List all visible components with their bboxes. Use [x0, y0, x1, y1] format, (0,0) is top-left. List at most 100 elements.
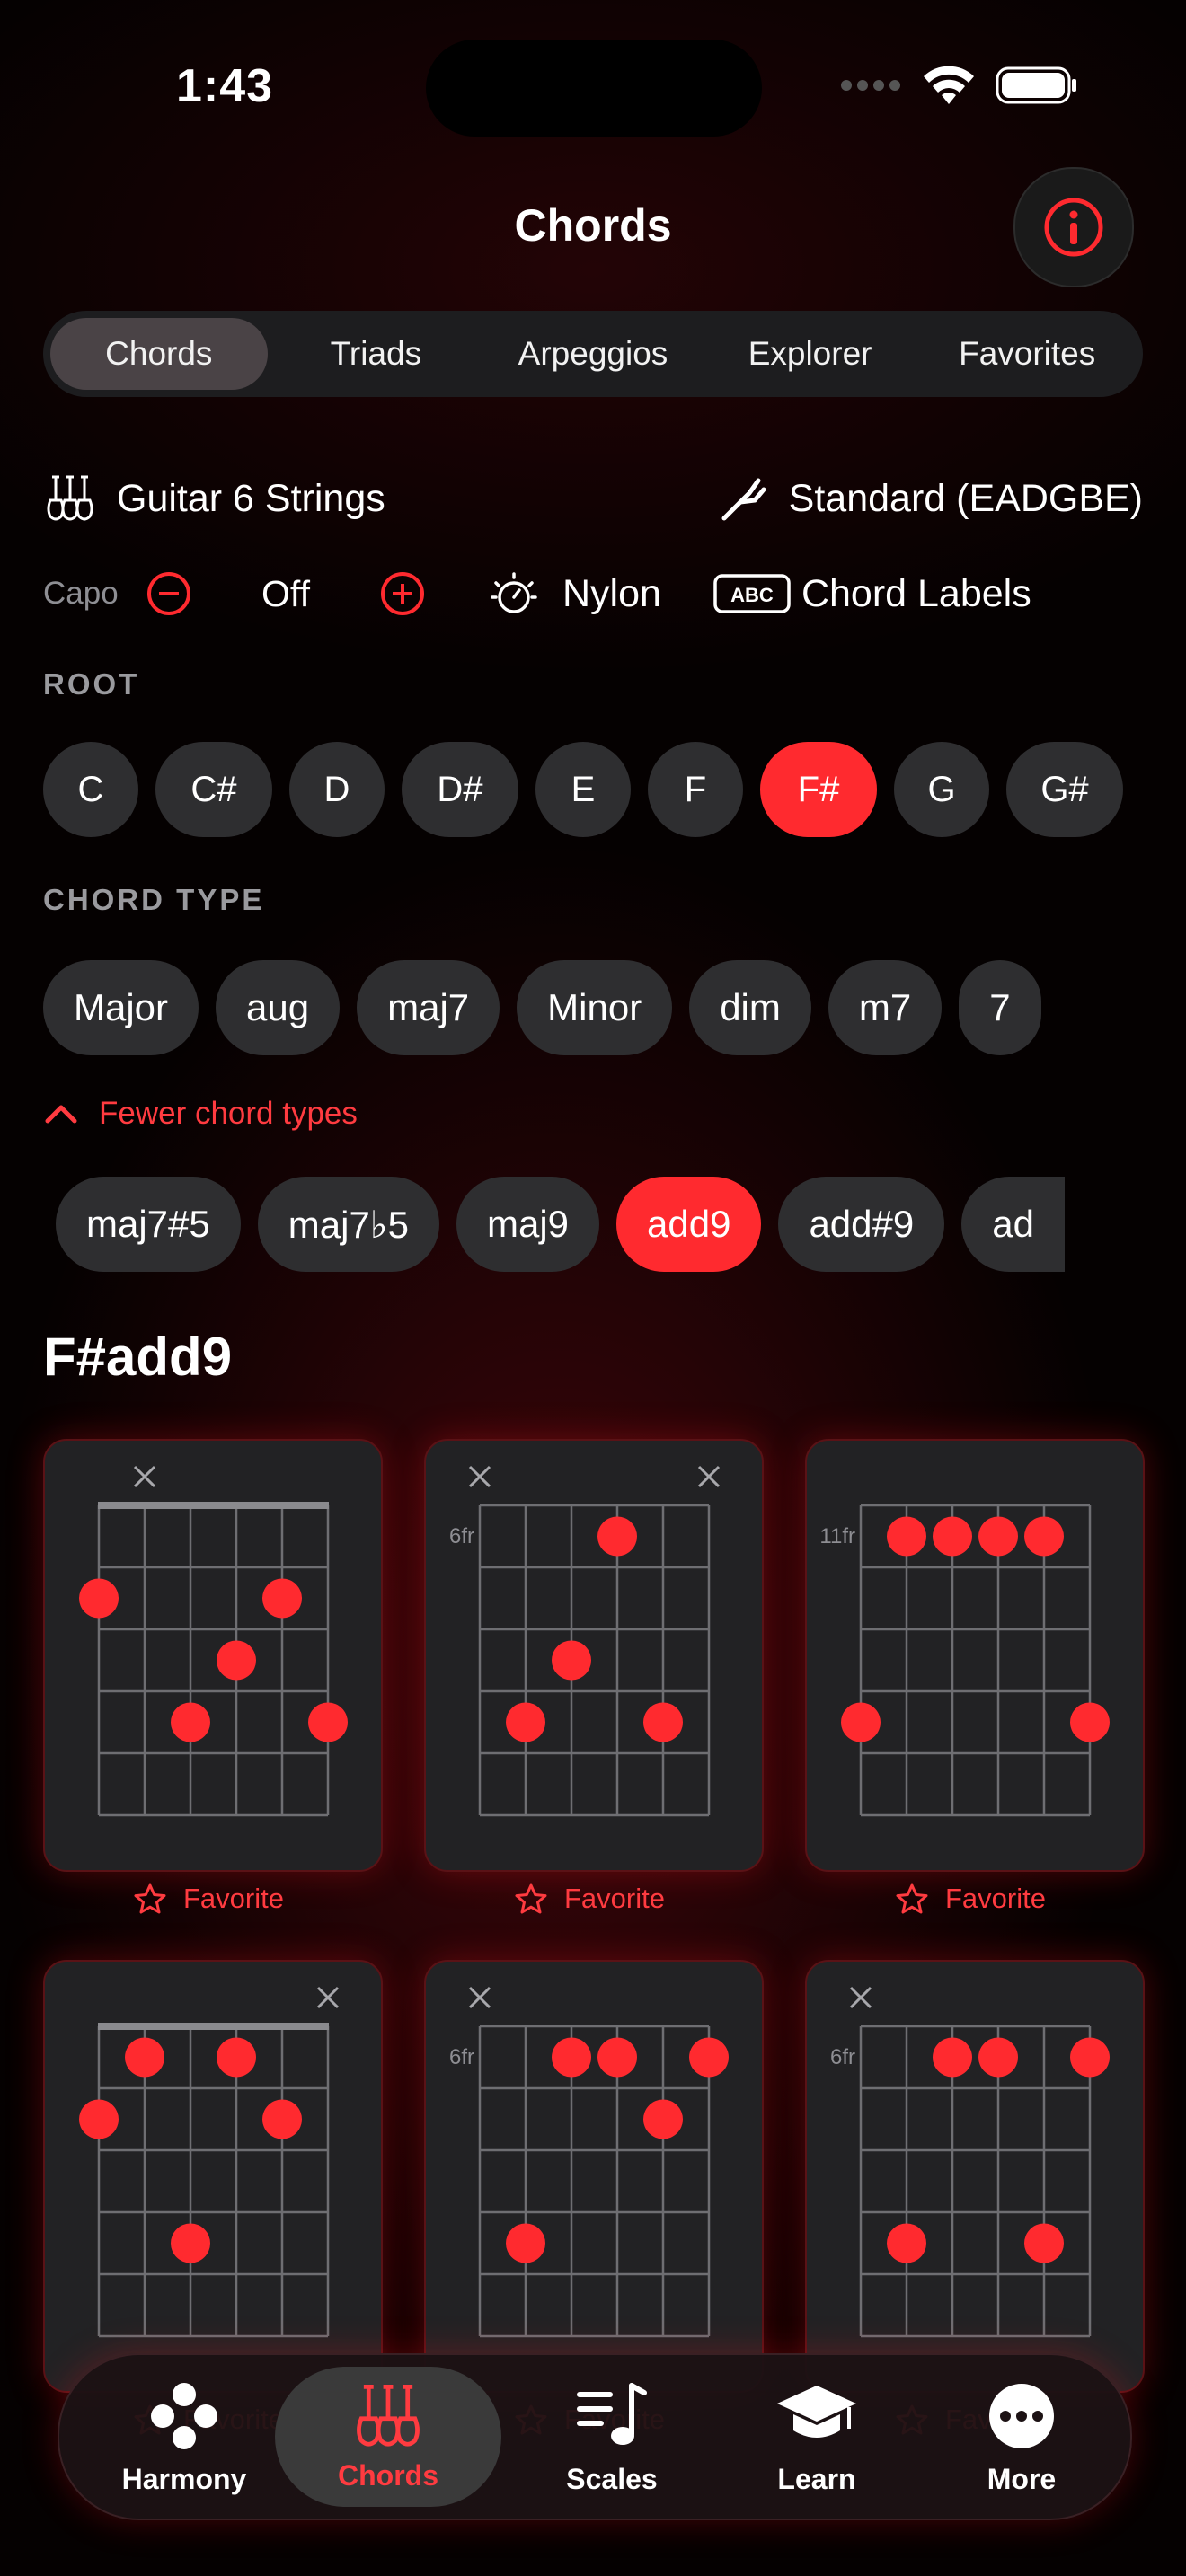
- root-chip-g-sharp[interactable]: G#: [1006, 742, 1123, 837]
- root-chip-c[interactable]: C: [43, 742, 138, 837]
- finger-dot: [552, 1640, 591, 1681]
- type-chip-maj7-flat5[interactable]: maj7♭5: [257, 1177, 439, 1272]
- finger-dot: [125, 2037, 164, 2078]
- chord-diagram-card[interactable]: 6fr: [424, 1439, 764, 1872]
- guitars-icon: [357, 2384, 420, 2447]
- capo-increase-button[interactable]: [379, 570, 426, 617]
- star-icon: [134, 1883, 166, 1914]
- root-chip-e[interactable]: E: [535, 742, 631, 837]
- wifi-icon: [924, 66, 974, 104]
- type-chip-dim[interactable]: dim: [689, 960, 811, 1055]
- capo-label: Capo: [43, 576, 119, 611]
- signal-icon: [841, 80, 900, 91]
- segment-favorites[interactable]: Favorites: [918, 318, 1136, 390]
- capo-decrease-button[interactable]: [146, 570, 192, 617]
- chord-diagram-card[interactable]: [43, 1960, 383, 2393]
- type-chip-maj7[interactable]: maj7: [357, 960, 500, 1055]
- segment-arpeggios[interactable]: Arpeggios: [484, 318, 702, 390]
- finger-dot: [552, 2037, 591, 2078]
- sound-selector[interactable]: Nylon: [489, 569, 661, 619]
- options-row: Capo Off Nylon ABC Chord Labels: [43, 560, 1143, 627]
- fret-position-label: 11fr: [819, 1524, 855, 1548]
- page-title: Chords: [514, 200, 672, 251]
- muted-string-mark: [849, 1986, 872, 2009]
- nut-bar: [98, 1502, 329, 1509]
- chord-diagram: 6fr: [449, 1986, 729, 2338]
- fewer-chord-types-button[interactable]: Fewer chord types: [43, 1096, 358, 1132]
- chord-diagram: [79, 1465, 348, 1817]
- finger-dot: [262, 1578, 302, 1619]
- chord-diagram: 11fr: [819, 1504, 1110, 1817]
- sound-label: Nylon: [562, 571, 661, 615]
- instrument-selector[interactable]: Guitar 6 Strings: [43, 473, 385, 524]
- root-chip-f-sharp[interactable]: F#: [760, 742, 877, 837]
- segment-chords[interactable]: Chords: [50, 318, 268, 390]
- chord-labels-toggle[interactable]: ABC Chord Labels: [713, 572, 1031, 616]
- root-section-label: ROOT: [43, 667, 140, 701]
- finger-dot: [506, 2223, 545, 2263]
- type-chip-add9[interactable]: add9: [616, 1177, 762, 1272]
- chord-diagram-card[interactable]: 6fr: [805, 1960, 1145, 2393]
- favorite-button[interactable]: Favorite: [895, 1883, 1046, 1915]
- music-list-icon: [577, 2382, 647, 2445]
- chord-diagram: 6fr: [830, 1986, 1110, 2338]
- more-icon: [989, 2383, 1054, 2448]
- tab-chords[interactable]: Chords: [275, 2367, 501, 2507]
- tab-harmony[interactable]: Harmony: [81, 2355, 288, 2519]
- chord-diagram-card[interactable]: 11fr: [805, 1439, 1145, 1872]
- root-chip-f[interactable]: F: [648, 742, 743, 837]
- finger-dot: [841, 1702, 881, 1742]
- finger-dot: [217, 1640, 256, 1681]
- tab-learn[interactable]: Learn: [713, 2355, 920, 2519]
- chord-type-section-label: CHORD TYPE: [43, 883, 265, 916]
- dynamic-island: [426, 40, 762, 137]
- type-chip-maj9[interactable]: maj9: [456, 1177, 600, 1272]
- chord-diagram-card[interactable]: [43, 1439, 383, 1872]
- tab-scales-label: Scales: [566, 2462, 658, 2495]
- finger-dot: [1070, 2037, 1110, 2078]
- type-chip-add-sharp9[interactable]: add#9: [778, 1177, 945, 1272]
- type-chip-partial[interactable]: ad: [961, 1177, 1065, 1272]
- muted-string-mark: [468, 1465, 491, 1488]
- tuning-selector[interactable]: Standard (EADGBE): [719, 473, 1143, 524]
- finger-dot: [597, 1516, 637, 1557]
- tuning-fork-icon: [721, 478, 766, 521]
- type-chip-m7[interactable]: m7: [828, 960, 943, 1055]
- status-icons: [839, 65, 1078, 106]
- finger-dot: [887, 1516, 926, 1557]
- instrument-row: Guitar 6 Strings Standard (EADGBE): [43, 467, 1143, 530]
- tab-chords-label: Chords: [338, 2458, 438, 2492]
- extended-chord-type-chips: maj7#5 maj7♭5 maj9 add9 add#9 ad: [56, 1177, 1143, 1272]
- muted-string-mark: [697, 1465, 721, 1488]
- chord-diagram-card[interactable]: 6fr: [424, 1960, 764, 2393]
- finger-dot: [933, 2037, 972, 2078]
- root-chip-g[interactable]: G: [894, 742, 989, 837]
- muted-string-mark: [468, 1986, 491, 2009]
- finger-dot: [506, 1702, 545, 1742]
- favorite-button[interactable]: Favorite: [133, 1883, 284, 1915]
- finger-dot: [597, 2037, 637, 2078]
- tab-scales[interactable]: Scales: [509, 2355, 715, 2519]
- tab-harmony-label: Harmony: [121, 2462, 247, 2495]
- type-chip-minor[interactable]: Minor: [517, 960, 673, 1055]
- type-chip-aug[interactable]: aug: [216, 960, 341, 1055]
- finger-dot: [978, 2037, 1018, 2078]
- favorite-button[interactable]: Favorite: [514, 1883, 665, 1915]
- type-chip-maj7-sharp5[interactable]: maj7#5: [56, 1177, 241, 1272]
- type-chip-7[interactable]: 7: [959, 960, 1041, 1055]
- tab-learn-label: Learn: [777, 2462, 856, 2495]
- tab-more[interactable]: More: [918, 2355, 1125, 2519]
- info-button[interactable]: [1013, 167, 1134, 287]
- tuning-label: Standard (EADGBE): [788, 476, 1143, 520]
- type-chip-major[interactable]: Major: [43, 960, 199, 1055]
- finger-dot: [689, 2037, 729, 2078]
- status-time: 1:43: [176, 60, 274, 112]
- segment-triads[interactable]: Triads: [268, 318, 485, 390]
- root-chip-d-sharp[interactable]: D#: [402, 742, 518, 837]
- tab-more-label: More: [987, 2462, 1057, 2495]
- segment-explorer[interactable]: Explorer: [702, 318, 919, 390]
- root-chip-c-sharp[interactable]: C#: [155, 742, 272, 837]
- favorite-label: Favorite: [945, 1883, 1046, 1914]
- star-icon: [515, 1883, 547, 1914]
- root-chip-d[interactable]: D: [289, 742, 385, 837]
